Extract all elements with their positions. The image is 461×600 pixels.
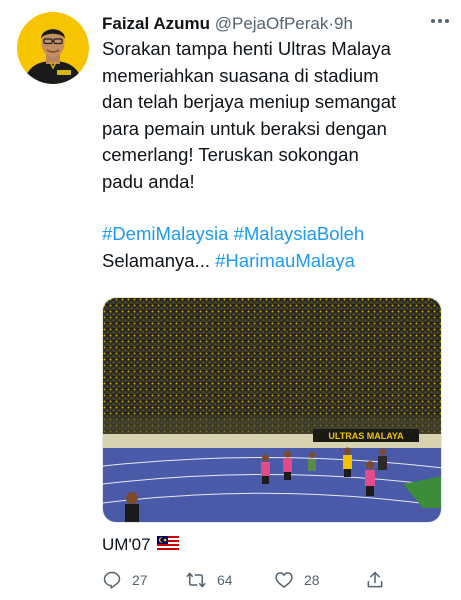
share-icon [367,571,383,588]
footer-note: UM'07 [102,535,179,555]
hashtag-demimalaysia[interactable]: #DemiMalaysia [102,223,228,244]
tweet-header: Faizal Azumu @PejaOfPerak·9h [102,13,451,35]
tweet-body-line: para pemain untuk beraksi dengan [102,117,387,139]
stadium-photo: ULTRAS MALAYA [103,298,441,522]
tweet-body-line: cemerlang! Teruskan sokongan [102,144,359,165]
reply-count: 27 [132,572,148,588]
like-count: 28 [304,572,320,588]
tweet-text: Sorakan tampa henti Ultras Malaya memeri… [102,36,442,274]
tweet-body-line: dan telah berjaya meniup semangat [102,91,397,112]
hashtag-harimaumalaya[interactable]: #HarimauMalaya [215,250,355,271]
avatar[interactable] [17,12,89,84]
avatar-image [17,12,89,84]
selamanya-line: Selamanya... #HarimauMalaya [102,248,442,275]
share-button[interactable] [365,570,385,590]
retweet-count: 64 [217,572,233,588]
selamanya-text: Selamanya... [102,249,210,271]
hashtag-line: #DemiMalaysia #MalaysiaBoleh [102,221,442,248]
malaysia-flag-icon [156,535,179,555]
tweet-body-line: memeriahkan suasana di stadium [102,64,379,86]
retweet-icon [186,572,206,588]
author-handle[interactable]: @PejaOfPerak [215,14,329,33]
like-button[interactable]: 28 [274,570,320,590]
banner-text: ULTRAS MALAYA [328,431,404,441]
tweet-body-line: Sorakan tampa henti Ultras Malaya [102,38,391,59]
hashtag-malaysiaboleh[interactable]: #MalaysiaBoleh [234,223,365,244]
tweet-body-line: padu anda! [102,170,195,192]
tweet-actions: 27 64 28 [102,568,402,592]
like-icon [275,572,293,588]
footer-note-text: UM'07 [102,535,151,554]
retweet-button[interactable]: 64 [185,570,233,590]
timestamp[interactable]: 9h [334,14,353,33]
reply-button[interactable]: 27 [102,570,148,590]
tweet-media-photo[interactable]: ULTRAS MALAYA [102,297,442,523]
author-name[interactable]: Faizal Azumu [102,14,210,33]
more-icon[interactable] [431,17,449,25]
reply-icon [103,571,121,589]
